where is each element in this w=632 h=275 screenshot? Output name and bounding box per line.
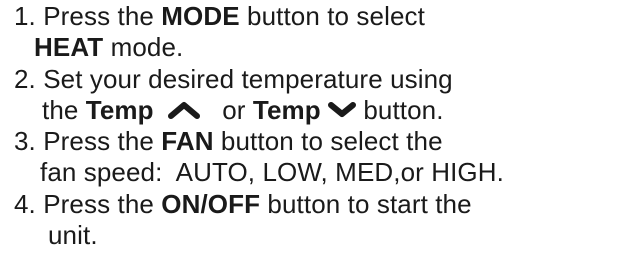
step-2-temp-up-label: Temp [85, 95, 154, 125]
step-2-text: Set your desired temperature using [43, 64, 453, 94]
step-1-post-text: button to select [247, 1, 425, 31]
step-4-line-1: 4. Press the ON/OFF button to start the [14, 189, 472, 219]
step-4-post-text: button to start the [267, 189, 472, 219]
step-4-number: 4. [14, 189, 36, 219]
step-1-number: 1. [14, 1, 36, 31]
step-2-line-2-post: button. [363, 95, 444, 125]
step-2-or-word: or [222, 95, 246, 125]
step-4-onoff-keyword: ON/OFF [161, 189, 261, 219]
step-1-line-1: 1. Press the MODE button to select [14, 1, 425, 31]
step-2-line-2: the Temp or Temp button. [42, 95, 444, 125]
step-3-line-2: fan speed: AUTO, LOW, MED,or HIGH. [40, 157, 504, 187]
step-1-line-2-text: mode. [110, 32, 184, 62]
chevron-up-icon [168, 101, 201, 120]
step-1-line-2: HEAT mode. [34, 32, 183, 62]
step-2-line-2-pre: the [42, 95, 79, 125]
step-4-line-2-text: unit. [48, 220, 98, 250]
step-2-number: 2. [14, 64, 36, 94]
chevron-down-icon [328, 102, 357, 118]
instruction-document: 1. Press the MODE button to select HEAT … [0, 0, 632, 275]
step-3-fan-speed-text: fan speed: AUTO, LOW, MED,or HIGH. [40, 157, 504, 187]
step-3-post-text: button to select the [220, 126, 443, 156]
step-1-pre-text: Press the [43, 1, 154, 31]
step-3-line-1: 3. Press the FAN button to select the [14, 126, 443, 156]
step-3-pre-text: Press the [43, 126, 154, 156]
step-1-mode-keyword: MODE [161, 1, 240, 31]
step-2-line-1: 2. Set your desired temperature using [14, 64, 453, 94]
step-1-heat-keyword: HEAT [34, 32, 104, 62]
step-2-temp-down-label: Temp [252, 95, 321, 125]
step-4-line-2: unit. [48, 220, 98, 250]
step-3-fan-keyword: FAN [161, 126, 214, 156]
step-3-number: 3. [14, 126, 36, 156]
step-4-pre-text: Press the [43, 189, 154, 219]
